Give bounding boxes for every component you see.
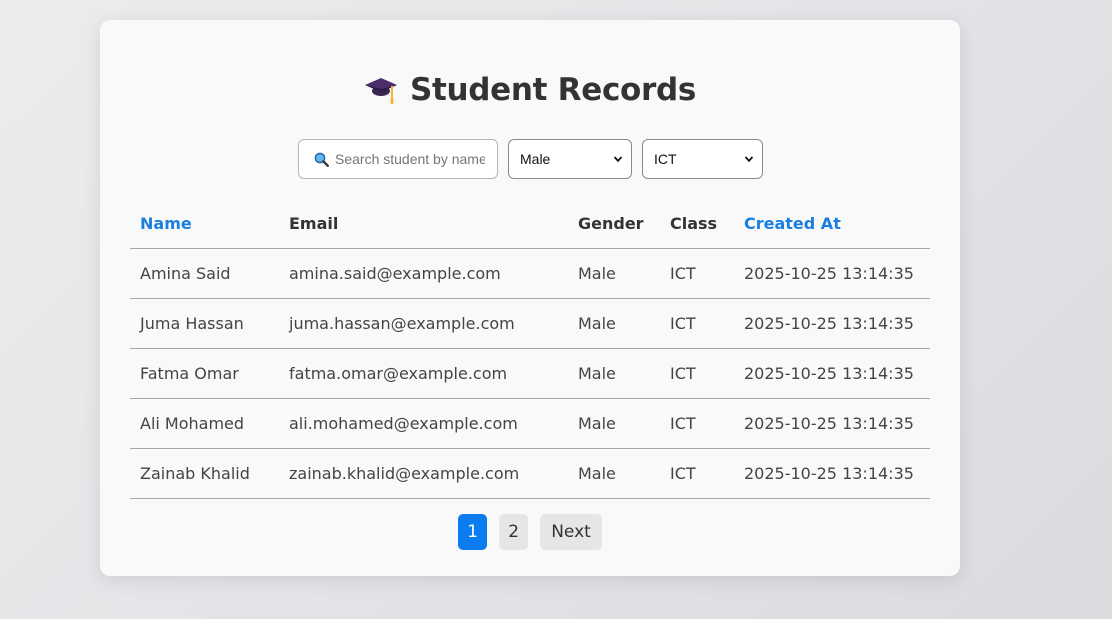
- page-title: Student Records: [409, 72, 697, 108]
- table-row: Amina Said amina.said@example.com Male I…: [130, 248, 930, 299]
- chevron-down-icon: [613, 156, 623, 163]
- search-field[interactable]: [298, 139, 498, 179]
- student-table: Name Email Gender Class Created At Amina…: [130, 199, 930, 499]
- cell-email: amina.said@example.com: [279, 248, 568, 299]
- cell-gender: Male: [568, 398, 660, 449]
- column-header-gender: Gender: [568, 199, 660, 249]
- cell-class: ICT: [660, 448, 734, 499]
- cell-gender: Male: [568, 348, 660, 399]
- student-records-card: Student Records Male ICT Name E: [100, 20, 960, 576]
- search-input[interactable]: [335, 151, 485, 167]
- table-header-row: Name Email Gender Class Created At: [130, 199, 930, 249]
- column-header-class: Class: [660, 199, 734, 249]
- column-header-created-at[interactable]: Created At: [734, 199, 930, 249]
- page-button-1[interactable]: 1: [458, 514, 488, 550]
- cell-class: ICT: [660, 248, 734, 299]
- cell-email: juma.hassan@example.com: [279, 298, 568, 349]
- cell-created-at: 2025-10-25 13:14:35: [734, 348, 930, 399]
- cell-name: Amina Said: [130, 248, 279, 299]
- cell-created-at: 2025-10-25 13:14:35: [734, 448, 930, 499]
- cell-email: zainab.khalid@example.com: [279, 448, 568, 499]
- gender-select-value: Male: [520, 151, 551, 167]
- cell-class: ICT: [660, 298, 734, 349]
- next-page-button[interactable]: Next: [540, 514, 602, 550]
- filter-bar: Male ICT: [298, 139, 763, 179]
- search-icon: [314, 152, 329, 167]
- cell-email: fatma.omar@example.com: [279, 348, 568, 399]
- cell-gender: Male: [568, 248, 660, 299]
- cell-created-at: 2025-10-25 13:14:35: [734, 248, 930, 299]
- cell-created-at: 2025-10-25 13:14:35: [734, 298, 930, 349]
- table-row: Ali Mohamed ali.mohamed@example.com Male…: [130, 398, 930, 449]
- gender-select[interactable]: Male: [508, 139, 632, 179]
- pagination: 1 2 Next: [100, 514, 960, 550]
- column-header-email: Email: [279, 199, 568, 249]
- cell-name: Zainab Khalid: [130, 448, 279, 499]
- class-select[interactable]: ICT: [642, 139, 763, 179]
- table-row: Juma Hassan juma.hassan@example.com Male…: [130, 298, 930, 349]
- chevron-down-icon: [744, 156, 754, 163]
- cell-created-at: 2025-10-25 13:14:35: [734, 398, 930, 449]
- graduation-cap-icon: [364, 78, 397, 104]
- cell-class: ICT: [660, 398, 734, 449]
- cell-email: ali.mohamed@example.com: [279, 398, 568, 449]
- table-row: Zainab Khalid zainab.khalid@example.com …: [130, 448, 930, 499]
- table-row: Fatma Omar fatma.omar@example.com Male I…: [130, 348, 930, 399]
- cell-gender: Male: [568, 298, 660, 349]
- class-select-value: ICT: [654, 151, 677, 167]
- page-button-2[interactable]: 2: [499, 514, 529, 550]
- cell-name: Juma Hassan: [130, 298, 279, 349]
- column-header-name[interactable]: Name: [130, 199, 279, 249]
- page-header: Student Records: [100, 70, 960, 110]
- cell-name: Fatma Omar: [130, 348, 279, 399]
- cell-gender: Male: [568, 448, 660, 499]
- cell-class: ICT: [660, 348, 734, 399]
- cell-name: Ali Mohamed: [130, 398, 279, 449]
